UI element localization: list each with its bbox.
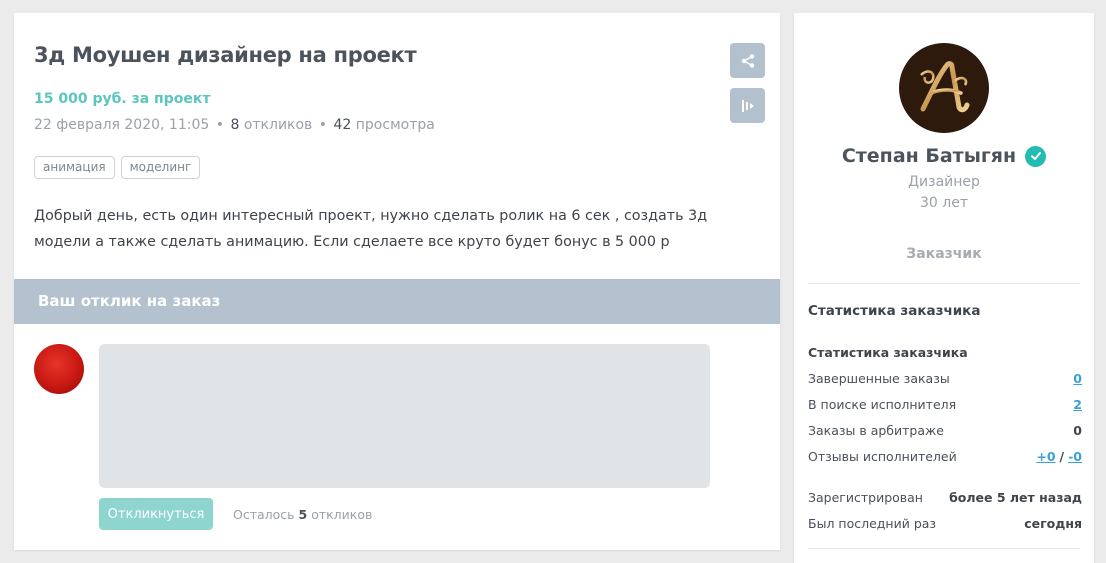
- verified-check-icon: [1025, 145, 1047, 167]
- responses-label: откликов: [243, 117, 313, 133]
- job-tags: анимация моделинг: [34, 156, 201, 179]
- views-label: просмотра: [355, 117, 435, 133]
- share-button[interactable]: [730, 43, 765, 78]
- respond-button[interactable]: Откликнуться: [99, 498, 213, 530]
- stats-subheading: Статистика заказчика: [808, 345, 968, 360]
- report-button[interactable]: [730, 88, 765, 123]
- searching-orders-link[interactable]: 2: [1073, 397, 1082, 412]
- views-count: 42: [333, 117, 352, 133]
- stat-row-arbitration: Заказы в арбитраже 0: [808, 423, 1082, 438]
- customer-role: Дизайнер: [908, 174, 980, 190]
- stat-row-registered: Зарегистрирован более 5 лет назад: [808, 490, 1082, 505]
- customer-name-row: Степан Батыгян: [794, 145, 1094, 167]
- job-description: Добрый день, есть один интересный проект…: [34, 208, 708, 250]
- monogram-logo: [920, 61, 970, 113]
- stats-heading: Статистика заказчика: [808, 303, 981, 319]
- job-meta: 22 февраля 2020, 11:05 • 8 откликов • 42…: [34, 117, 435, 133]
- stat-row-completed: Завершенные заказы 0: [808, 371, 1082, 386]
- positive-reviews-link[interactable]: +0: [1036, 449, 1055, 464]
- customer-type: Заказчик: [906, 246, 982, 262]
- completed-orders-link[interactable]: 0: [1073, 371, 1082, 386]
- last-seen-value: сегодня: [1024, 516, 1082, 531]
- negative-reviews-link[interactable]: -0: [1068, 449, 1082, 464]
- remaining-responses: Осталось 5 откликов: [233, 507, 373, 522]
- stat-row-searching: В поиске исполнителя 2: [808, 397, 1082, 412]
- job-price: 15 000 руб. за проект: [34, 91, 211, 107]
- customer-name[interactable]: Степан Батыгян: [842, 145, 1016, 167]
- tag-modeling[interactable]: моделинг: [120, 156, 201, 179]
- divider: [808, 283, 1080, 284]
- stat-row-last-seen: Был последний раз сегодня: [808, 516, 1082, 531]
- customer-avatar[interactable]: [899, 43, 989, 133]
- job-card: 3д Моушен дизайнер на проект 15 000 руб.…: [14, 13, 780, 550]
- responses-count: 8: [230, 117, 240, 133]
- registered-value: более 5 лет назад: [949, 490, 1082, 505]
- customer-age: 30 лет: [920, 195, 968, 211]
- divider: [808, 548, 1080, 549]
- response-heading: Ваш отклик на заказ: [14, 279, 780, 324]
- tag-animation[interactable]: анимация: [34, 156, 115, 179]
- customer-profile-card: Степан Батыгян Дизайнер 30 лет Заказчик …: [794, 13, 1094, 563]
- job-title: 3д Моушен дизайнер на проект: [34, 43, 417, 67]
- arbitration-count: 0: [1073, 423, 1082, 438]
- stat-row-reviews: Отзывы исполнителей +0/-0: [808, 449, 1082, 464]
- job-date: 22 февраля 2020, 11:05: [34, 117, 210, 133]
- user-avatar: [34, 344, 84, 394]
- response-textarea[interactable]: [99, 344, 710, 488]
- share-icon: [741, 53, 754, 68]
- report-icon: [741, 99, 754, 112]
